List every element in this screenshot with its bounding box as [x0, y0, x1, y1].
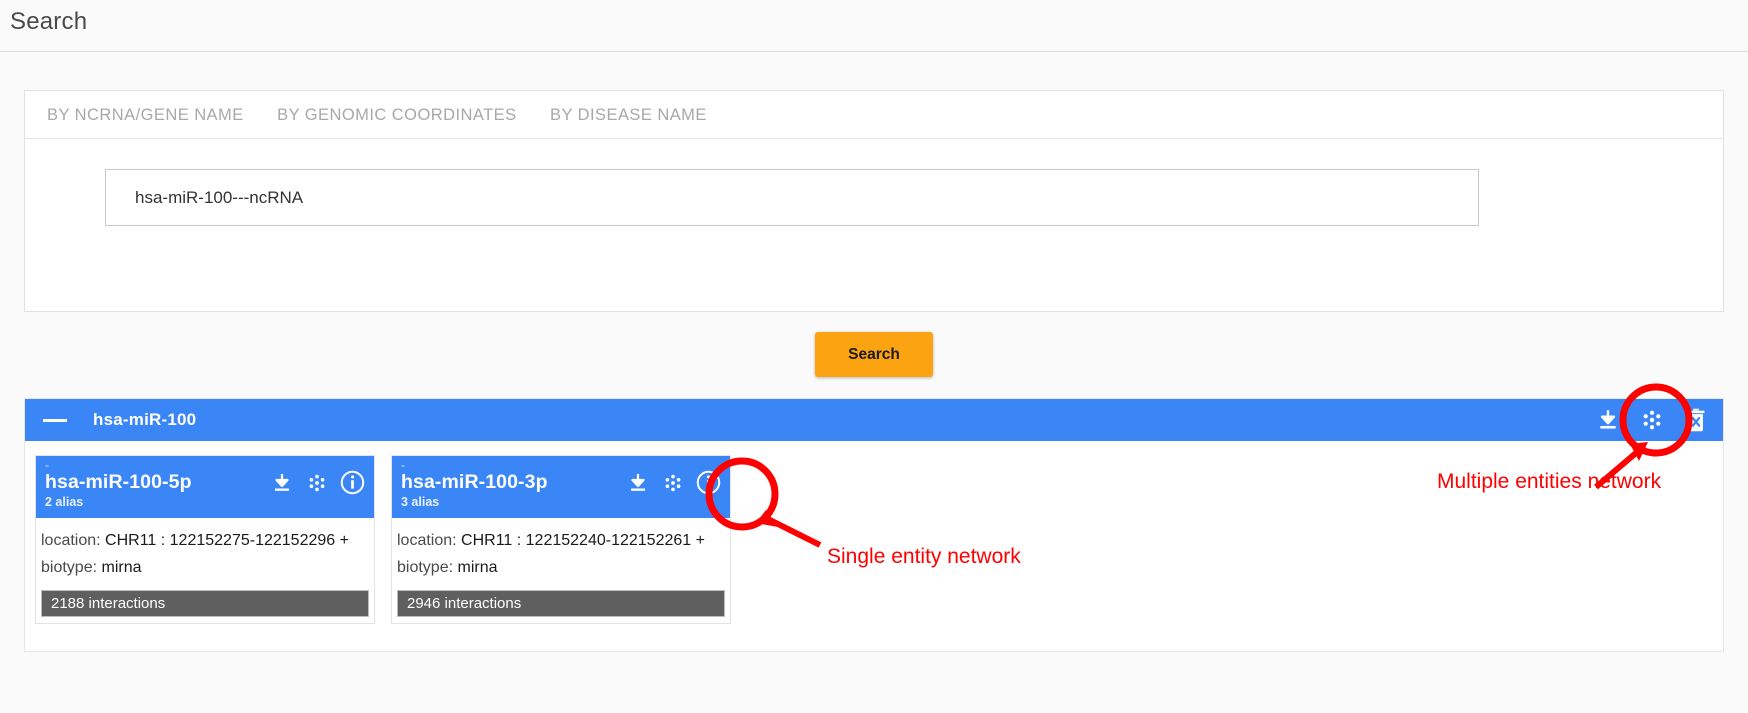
location-label: location:	[41, 532, 101, 549]
page-title: Search	[10, 8, 88, 35]
entity-card-biotype: biotype: mirna	[41, 554, 374, 581]
entity-cards-row: - hsa-miR-100-5p 2 alias location: CHR11…	[25, 441, 1723, 651]
entity-card-location: location: CHR11 : 122152275-122152296 +	[41, 527, 374, 554]
minus-icon[interactable]	[43, 418, 67, 422]
info-icon[interactable]	[696, 470, 721, 495]
network-icon[interactable]	[1639, 407, 1665, 433]
entity-card-alias: 3 alias	[401, 495, 440, 509]
entity-card-body: location: CHR11 : 122152275-122152296 + …	[36, 518, 374, 590]
download-icon[interactable]	[270, 471, 294, 495]
biotype-value: mirna	[101, 559, 142, 576]
download-icon[interactable]	[626, 471, 650, 495]
page-header: Search	[0, 0, 1748, 52]
delete-icon[interactable]	[1683, 407, 1709, 433]
entity-card-alias: 2 alias	[45, 495, 84, 509]
results-group-title: hsa-miR-100	[93, 410, 197, 429]
results-group-header: hsa-miR-100	[25, 399, 1723, 441]
results-group: hsa-miR-100 - hsa-miR-100-5p 2 alias loc…	[24, 398, 1724, 652]
biotype-value: mirna	[457, 559, 498, 576]
entity-card-biotype: biotype: mirna	[397, 554, 730, 581]
entity-card[interactable]: - hsa-miR-100-3p 3 alias location: CHR11…	[391, 455, 731, 624]
search-tabbar: BY NCRNA/GENE NAME BY GENOMIC COORDINATE…	[25, 91, 1723, 139]
tab-by-genomic-coordinates[interactable]: BY GENOMIC COORDINATES	[277, 91, 516, 139]
entity-card-body: location: CHR11 : 122152240-122152261 + …	[392, 518, 730, 590]
entity-card-interactions[interactable]: 2188 interactions	[41, 590, 369, 617]
biotype-label: biotype:	[397, 559, 454, 576]
search-input[interactable]	[105, 169, 1479, 226]
entity-card-header: - hsa-miR-100-3p 3 alias	[392, 456, 730, 518]
results-group-actions	[1595, 399, 1709, 441]
location-label: location:	[397, 532, 457, 549]
search-input-wrapper	[105, 169, 1479, 226]
search-panel: BY NCRNA/GENE NAME BY GENOMIC COORDINATE…	[24, 90, 1724, 312]
entity-card-dash: -	[45, 458, 49, 472]
network-icon[interactable]	[661, 471, 685, 495]
location-value: CHR11 : 122152240-122152261 +	[461, 532, 705, 549]
entity-card-actions	[270, 470, 365, 495]
tab-by-disease-name[interactable]: BY DISEASE NAME	[550, 91, 707, 139]
network-icon[interactable]	[305, 471, 329, 495]
info-icon[interactable]	[340, 470, 365, 495]
biotype-label: biotype:	[41, 559, 98, 576]
search-page: Search BY NCRNA/GENE NAME BY GENOMIC COO…	[0, 0, 1748, 713]
entity-card-dash: -	[401, 458, 405, 472]
entity-card-header: - hsa-miR-100-5p 2 alias	[36, 456, 374, 518]
download-icon[interactable]	[1595, 407, 1621, 433]
entity-card-interactions[interactable]: 2946 interactions	[397, 590, 725, 617]
tab-by-ncrna-gene-name[interactable]: BY NCRNA/GENE NAME	[47, 91, 244, 139]
location-value: CHR11 : 122152275-122152296 +	[105, 532, 349, 549]
entity-card-actions	[626, 470, 721, 495]
entity-card[interactable]: - hsa-miR-100-5p 2 alias location: CHR11…	[35, 455, 375, 624]
entity-card-location: location: CHR11 : 122152240-122152261 +	[397, 527, 730, 554]
search-button[interactable]: Search	[815, 332, 933, 377]
